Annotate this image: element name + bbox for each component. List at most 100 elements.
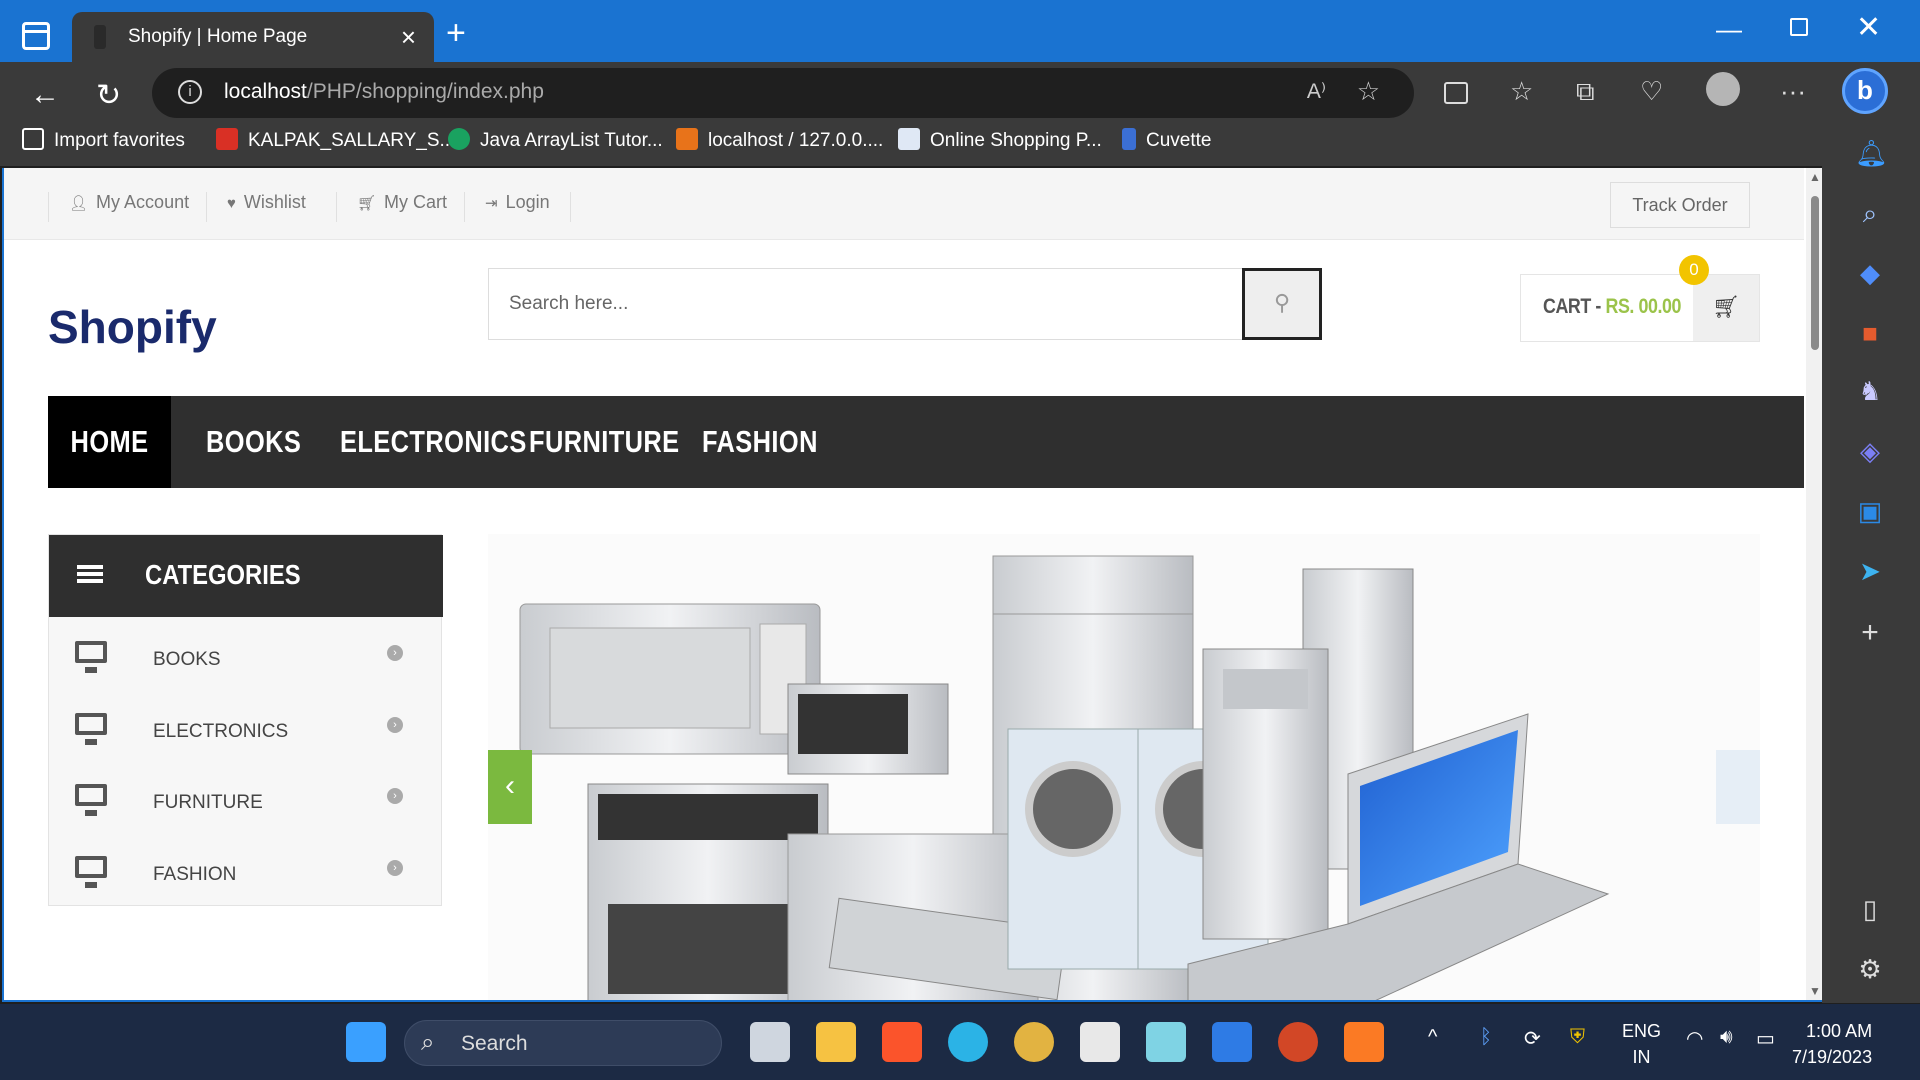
- page-scrollbar[interactable]: ▲ ▼: [1806, 168, 1822, 1000]
- shopping-site-icon: [898, 128, 920, 150]
- search-input[interactable]: [489, 269, 1241, 339]
- my-account-link[interactable]: 👤︎ My Account: [48, 192, 189, 222]
- xampp-icon[interactable]: [1344, 1022, 1384, 1062]
- language-indicator[interactable]: ENG IN: [1622, 1018, 1661, 1070]
- more-options-icon[interactable]: ···: [1780, 76, 1806, 107]
- bookmark-online-shopping[interactable]: Online Shopping P...: [898, 128, 1102, 152]
- import-icon: [22, 128, 44, 150]
- monitor-icon: [75, 856, 107, 888]
- browser-essentials-icon[interactable]: ♡: [1640, 76, 1663, 107]
- search-icon[interactable]: ⌕: [1855, 198, 1885, 230]
- close-window-button[interactable]: ✕: [1856, 10, 1881, 45]
- chrome-browser-icon[interactable]: [1014, 1022, 1054, 1062]
- page-viewport: 👤︎ My Account ♥ Wishlist 🛒︎ My Cart ⇥ Login …: [2, 168, 1822, 1002]
- favorites-icon[interactable]: ☆: [1510, 76, 1533, 107]
- task-view-icon[interactable]: [750, 1022, 790, 1062]
- bluetooth-icon[interactable]: ᛒ: [1480, 1026, 1492, 1049]
- category-label: ELECTRONICS: [153, 721, 289, 742]
- windows-taskbar: ⌕ Search ^ ᛒ ⟳ ⛨ ENG IN ◠ 🔊︎ ▭ 1:00 AM 7/…: [0, 1004, 1920, 1080]
- pdf-icon: [216, 128, 238, 150]
- slider-prev-button[interactable]: ‹: [488, 750, 532, 824]
- edge-browser-icon[interactable]: [948, 1022, 988, 1062]
- menu-item-fashion[interactable]: FASHION: [702, 396, 817, 488]
- category-item-electronics[interactable]: ELECTRONICS ›: [49, 695, 441, 767]
- maximize-button[interactable]: [1790, 18, 1808, 36]
- close-tab-icon[interactable]: ×: [401, 22, 416, 53]
- menu-item-electronics[interactable]: ELECTRONICS: [340, 396, 526, 488]
- tab-actions-icon[interactable]: [22, 22, 50, 50]
- collections-icon[interactable]: ⧉: [1576, 76, 1595, 108]
- browser-tab[interactable]: Shopify | Home Page ×: [72, 12, 434, 62]
- cart-button[interactable]: 🛒︎: [1693, 275, 1759, 341]
- scrollbar-thumb[interactable]: [1811, 196, 1819, 350]
- site-logo[interactable]: Shopify: [48, 300, 217, 354]
- menu-item-furniture[interactable]: FURNITURE: [529, 396, 679, 488]
- tools-icon[interactable]: ■: [1855, 318, 1885, 349]
- drop-icon[interactable]: ➤: [1855, 556, 1885, 587]
- track-order-button[interactable]: Track Order: [1610, 182, 1750, 228]
- back-icon[interactable]: ←: [30, 78, 60, 112]
- bookmark-cuvette[interactable]: Cuvette: [1122, 128, 1211, 152]
- shopping-tag-icon[interactable]: ◆: [1855, 258, 1885, 289]
- url-text: localhost/PHP/shopping/index.php: [224, 80, 544, 103]
- chevron-right-icon: ›: [387, 717, 403, 733]
- category-item-furniture[interactable]: FURNITURE ›: [49, 766, 441, 838]
- read-aloud-icon[interactable]: A⁾: [1307, 79, 1326, 104]
- menu-item-books[interactable]: BOOKS: [206, 396, 301, 488]
- login-link[interactable]: ⇥ Login: [464, 192, 571, 222]
- bookmark-import-favorites[interactable]: Import favorites: [22, 128, 185, 152]
- cart-summary[interactable]: CART - RS. 00.00 🛒︎ 0: [1520, 255, 1760, 342]
- bookmark-localhost[interactable]: localhost / 127.0.0....: [676, 128, 883, 152]
- scroll-down-icon[interactable]: ▼: [1809, 984, 1821, 998]
- bookmark-kalpak[interactable]: KALPAK_SALLARY_S...: [216, 128, 455, 152]
- cuvette-icon: [1122, 128, 1136, 150]
- phpmyadmin-icon: [676, 128, 698, 150]
- minimize-button[interactable]: —: [1716, 14, 1742, 45]
- site-info-icon[interactable]: i: [178, 80, 202, 104]
- notification-bell-icon[interactable]: 🔔︎: [1855, 138, 1888, 169]
- wishlist-link[interactable]: ♥ Wishlist: [206, 192, 306, 222]
- menu-item-home[interactable]: HOME: [48, 396, 171, 488]
- user-icon: 👤︎: [69, 195, 89, 212]
- microsoft-365-icon[interactable]: ◈: [1855, 436, 1885, 467]
- cart-count-badge: 0: [1679, 255, 1709, 285]
- bookmark-java-arraylist[interactable]: Java ArrayList Tutor...: [448, 128, 663, 152]
- add-sidebar-icon[interactable]: +: [1855, 616, 1885, 650]
- clock-date: 7/19/2023: [1792, 1047, 1873, 1067]
- chevron-right-icon: ›: [387, 645, 403, 661]
- top-utility-bar: 👤︎ My Account ♥ Wishlist 🛒︎ My Cart ⇥ Login …: [4, 168, 1804, 240]
- address-bar[interactable]: i localhost/PHP/shopping/index.php A⁾ ☆: [152, 68, 1414, 118]
- file-explorer-icon[interactable]: [816, 1022, 856, 1062]
- todo-icon[interactable]: [1212, 1022, 1252, 1062]
- new-tab-button[interactable]: +: [446, 14, 466, 53]
- sidebar-settings-icon[interactable]: ⚙: [1855, 954, 1885, 985]
- category-item-books[interactable]: BOOKS ›: [49, 623, 441, 695]
- brave-browser-icon[interactable]: [882, 1022, 922, 1062]
- security-icon[interactable]: ⛨: [1570, 1026, 1585, 1049]
- taskbar-search[interactable]: ⌕ Search: [404, 1020, 722, 1066]
- search-button[interactable]: ⚲: [1242, 268, 1322, 340]
- powerpoint-icon[interactable]: [1278, 1022, 1318, 1062]
- slider-next-button[interactable]: [1716, 750, 1760, 824]
- games-icon[interactable]: ♞: [1855, 376, 1885, 407]
- wifi-icon[interactable]: ◠: [1686, 1026, 1703, 1051]
- category-item-fashion[interactable]: FASHION ›: [49, 838, 441, 910]
- refresh-icon[interactable]: ↻: [96, 78, 121, 113]
- start-windows-icon[interactable]: [346, 1022, 386, 1062]
- shopping-cart-icon: 🛒︎: [1712, 294, 1740, 319]
- hide-sidebar-icon[interactable]: ▯: [1855, 894, 1885, 925]
- outlook-icon[interactable]: ▣: [1855, 496, 1885, 527]
- battery-icon[interactable]: ▭: [1756, 1026, 1775, 1051]
- profile-avatar[interactable]: [1706, 72, 1740, 106]
- volume-icon[interactable]: 🔊︎: [1720, 1026, 1733, 1049]
- favorite-star-icon[interactable]: ☆: [1357, 76, 1380, 107]
- sync-icon[interactable]: ⟳: [1524, 1026, 1541, 1051]
- my-cart-link[interactable]: 🛒︎ My Cart: [336, 192, 447, 222]
- microsoft-store-icon[interactable]: [1080, 1022, 1120, 1062]
- app-icon-teal[interactable]: [1146, 1022, 1186, 1062]
- scroll-up-icon[interactable]: ▲: [1809, 170, 1821, 184]
- show-hidden-icons[interactable]: ^: [1428, 1026, 1437, 1049]
- system-clock[interactable]: 1:00 AM 7/19/2023: [1792, 1018, 1872, 1070]
- split-screen-icon[interactable]: [1444, 82, 1468, 104]
- bing-copilot-icon[interactable]: b: [1842, 68, 1888, 114]
